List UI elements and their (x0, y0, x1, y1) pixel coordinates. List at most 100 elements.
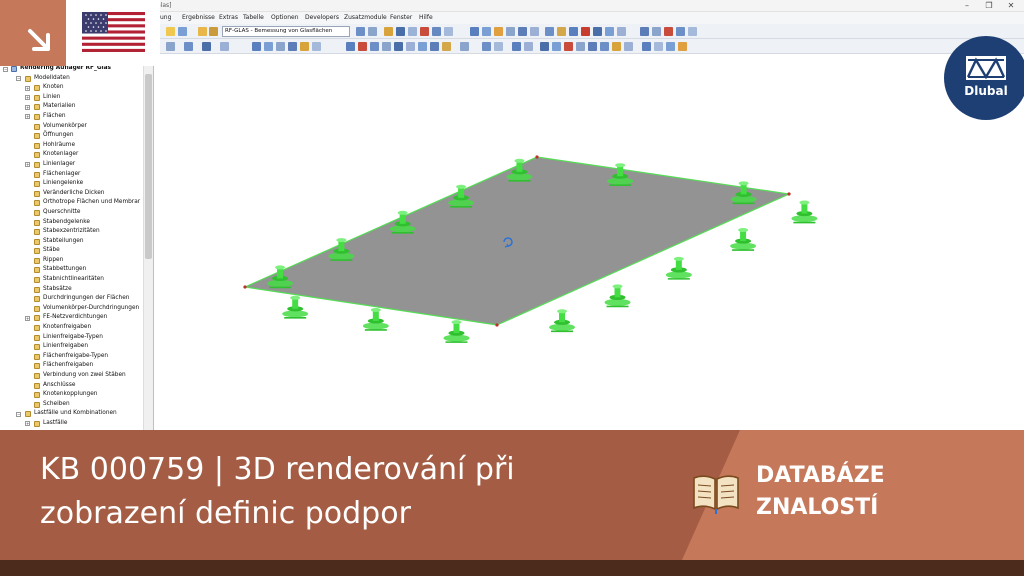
line-support-symbol[interactable] (665, 256, 692, 280)
toolbar-icon[interactable] (605, 27, 614, 36)
toolbar-icon[interactable] (382, 42, 391, 51)
expand-icon[interactable]: + (25, 162, 30, 168)
toolbar-icon[interactable] (300, 42, 309, 51)
toolbar-icon[interactable] (166, 42, 175, 51)
calc-icon[interactable] (368, 27, 377, 36)
toolbar-icon[interactable] (394, 42, 403, 51)
tree-item[interactable]: Flächenfreigabe-Typen (0, 352, 142, 362)
minimize-button[interactable]: – (956, 0, 978, 12)
node-marker[interactable] (787, 192, 791, 196)
node-marker[interactable] (535, 155, 539, 159)
toolbar-icon[interactable] (512, 42, 521, 51)
tree-item[interactable]: Querschnitte (0, 208, 142, 218)
toolbar-icon[interactable] (430, 42, 439, 51)
tree-item[interactable]: Knotenlager (0, 150, 142, 160)
collapse-icon[interactable]: − (3, 66, 8, 72)
tree-item[interactable]: Knotenfreigaben (0, 323, 142, 333)
tree-item[interactable]: Flächenfreigaben (0, 361, 142, 371)
toolbar-icon[interactable] (220, 42, 229, 51)
tree-item[interactable]: Stabbettungen (0, 265, 142, 275)
toolbar-icon[interactable] (494, 42, 503, 51)
toolbar-icon[interactable] (676, 27, 685, 36)
tree-item[interactable]: Stäbe (0, 246, 142, 256)
toolbar-icon[interactable] (642, 42, 651, 51)
tree-item[interactable]: + FE-Netzverdichtungen (0, 313, 142, 323)
toolbar-icon[interactable] (530, 27, 539, 36)
tree-item[interactable]: + Knoten (0, 83, 142, 93)
menu-item-optionen[interactable]: Optionen (271, 12, 299, 24)
toolbar-icon[interactable] (576, 42, 585, 51)
toolbar-icon[interactable] (432, 27, 441, 36)
tree-item[interactable]: Veränderliche Dicken (0, 189, 142, 199)
toolbar-icon[interactable] (557, 27, 566, 36)
toolbar-icon[interactable] (564, 42, 573, 51)
toolbar-icon[interactable] (358, 42, 367, 51)
toolbar-icon[interactable] (652, 27, 661, 36)
toolbar-icon[interactable] (482, 27, 491, 36)
module-icon-2[interactable] (209, 27, 218, 36)
tree-item[interactable]: Linienfreigaben (0, 342, 142, 352)
toolbar-icon[interactable] (617, 27, 626, 36)
tree-item[interactable]: Linienfreigabe-Typen (0, 333, 142, 343)
collapse-icon[interactable]: − (16, 76, 21, 82)
toolbar-icon[interactable] (420, 27, 429, 36)
node-marker[interactable] (495, 323, 499, 327)
toolbar-icon[interactable] (442, 42, 451, 51)
glass-plate[interactable] (242, 156, 792, 326)
toolbar-icon[interactable] (202, 42, 211, 51)
toolbar-icon[interactable] (506, 27, 515, 36)
toolbar-icon[interactable] (654, 42, 663, 51)
toolbar-icon[interactable] (588, 42, 597, 51)
maximize-button[interactable]: ❐ (978, 0, 1000, 12)
toolbar-icon[interactable] (444, 27, 453, 36)
toolbar-icon[interactable] (312, 42, 321, 51)
open-icon[interactable] (166, 27, 175, 36)
expand-icon[interactable]: + (25, 421, 30, 427)
toolbar-icon[interactable] (370, 42, 379, 51)
menu-item-developers[interactable]: Developers (305, 12, 339, 24)
toolbar-icon[interactable] (600, 42, 609, 51)
toolbar-icon[interactable] (264, 42, 273, 51)
menu-item-zusatzmodule[interactable]: Zusatzmodule (344, 12, 387, 24)
toolbar-icon[interactable] (664, 27, 673, 36)
toolbar-icon[interactable] (545, 27, 554, 36)
toolbar-icon[interactable] (678, 42, 687, 51)
toolbar-icon[interactable] (612, 42, 621, 51)
tree-item[interactable]: Hohlräume (0, 141, 142, 151)
expand-icon[interactable]: + (25, 114, 30, 120)
tree-item[interactable]: Flächenlager (0, 170, 142, 180)
tree-item[interactable]: Volumenkörper-Durchdringungen (0, 304, 142, 314)
module-icon[interactable] (198, 27, 207, 36)
toolbar-icon[interactable] (418, 42, 427, 51)
toolbar-icon[interactable] (540, 42, 549, 51)
line-support-symbol[interactable] (730, 228, 757, 251)
toolbar-icon[interactable] (569, 27, 578, 36)
line-support-symbol[interactable] (362, 307, 389, 331)
us-flag-icon[interactable] (66, 0, 160, 66)
menu-item-ergebnisse[interactable]: Ergebnisse (182, 12, 215, 24)
line-support-symbol[interactable] (443, 320, 470, 343)
line-support-symbol[interactable] (282, 295, 309, 319)
node-marker[interactable] (243, 285, 247, 289)
tree-item[interactable]: Anschlüsse (0, 381, 142, 391)
toolbar-icon[interactable] (184, 42, 193, 51)
expand-icon[interactable]: + (25, 315, 30, 321)
toolbar-icon[interactable] (384, 27, 393, 36)
toolbar-icon[interactable] (624, 42, 633, 51)
tree-item[interactable]: + Materialien (0, 102, 142, 112)
toolbar-icon[interactable] (406, 42, 415, 51)
delete-icon[interactable] (581, 27, 590, 36)
tree-item[interactable]: Scheiben (0, 400, 142, 410)
tree-item[interactable]: − Lastfälle und Kombinationen (0, 409, 142, 419)
menu-item-fenster[interactable]: Fenster (390, 12, 412, 24)
toolbar-icon[interactable] (470, 27, 479, 36)
tree-item[interactable]: Verbindung von zwei Stäben (0, 371, 142, 381)
tree-item[interactable]: Stabnichtlinearitäten (0, 275, 142, 285)
toolbar-icon[interactable] (346, 42, 355, 51)
render-icon[interactable] (494, 27, 503, 36)
menu-item-hilfe[interactable]: Hilfe (419, 12, 433, 24)
3d-viewport[interactable] (155, 54, 1024, 430)
toolbar-icon[interactable] (518, 27, 527, 36)
toolbar-icon[interactable] (552, 42, 561, 51)
line-support-symbol[interactable] (549, 309, 576, 333)
